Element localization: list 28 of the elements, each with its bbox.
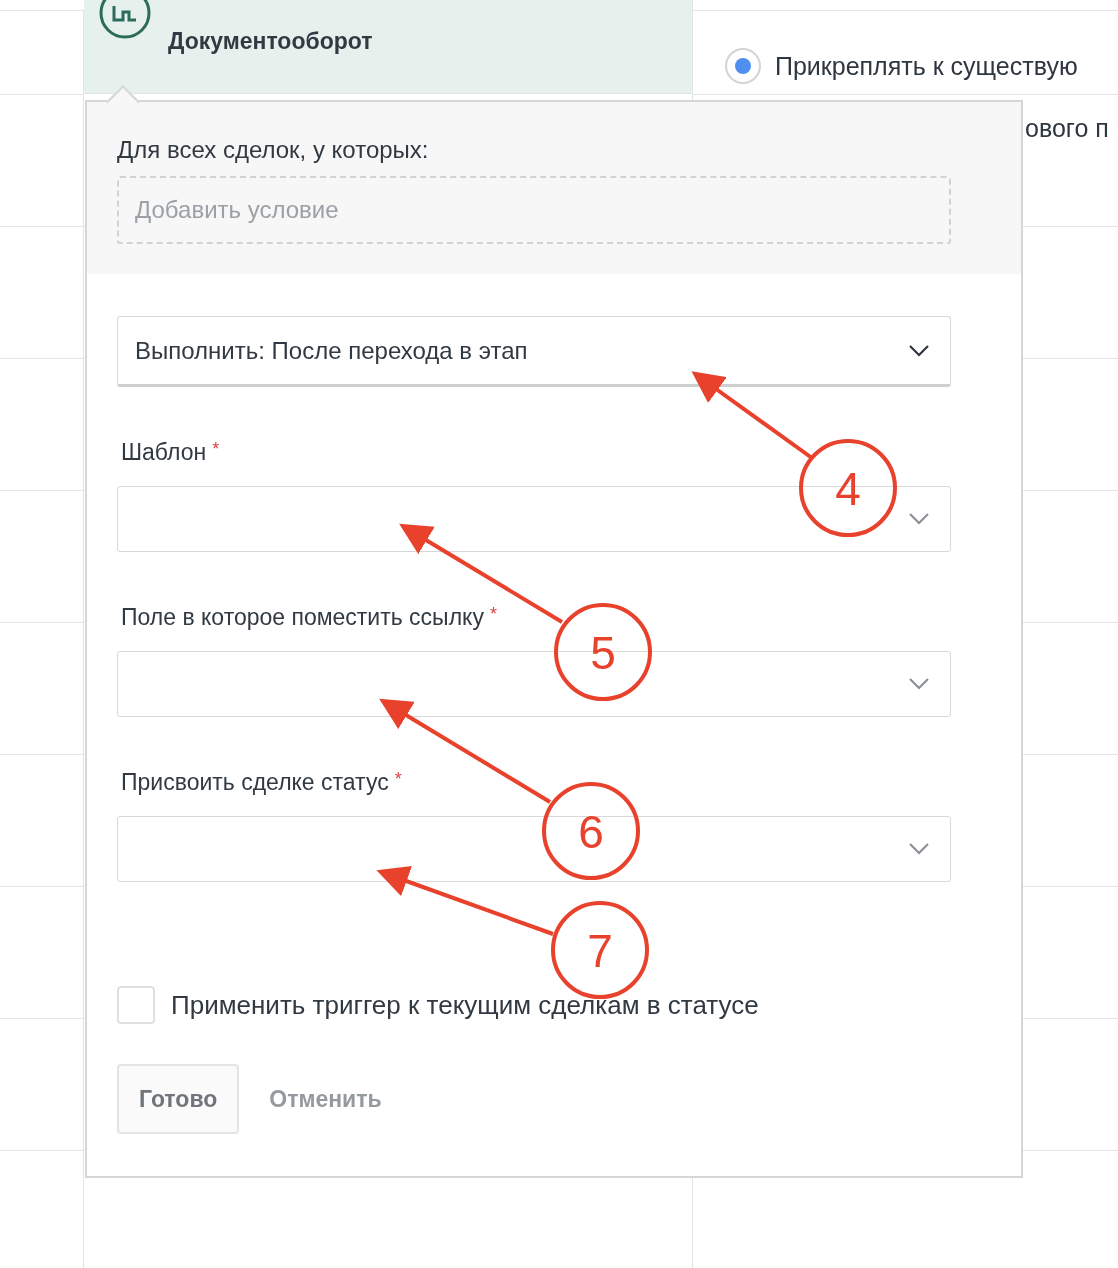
required-mark: *: [394, 769, 402, 790]
field-label: Присвоить сделке статус: [121, 769, 389, 796]
required-mark: *: [212, 439, 220, 460]
dropdown-field[interactable]: [117, 816, 951, 882]
field-label: Поле в которое поместить ссылку: [121, 604, 484, 631]
chevron-down-icon: [908, 343, 930, 358]
callout-number: 7: [587, 925, 613, 977]
callout-number: 4: [835, 463, 861, 515]
option-label: Прикреплять к существую: [775, 51, 1078, 81]
chevron-down-icon: [908, 677, 930, 691]
field-label: Шаблон: [121, 439, 207, 466]
chevron-down-icon: [908, 512, 930, 526]
checkbox-label: Применить триггер к текущим сделкам в статусе: [171, 989, 759, 1021]
pipeline-card[interactable]: Документооборот: [84, 0, 692, 93]
callout-number: 5: [590, 627, 616, 679]
radio-button[interactable]: [725, 48, 761, 84]
add-condition-field[interactable]: Добавить условие: [117, 176, 951, 244]
card-title: Документооборот: [168, 28, 373, 56]
required-mark: *: [489, 604, 497, 625]
done-button[interactable]: Готово: [117, 1064, 240, 1134]
condition-label: Для всех сделок, у которых:: [117, 136, 430, 164]
callout-number: 6: [578, 806, 604, 858]
execute-dropdown[interactable]: Выполнить: После перехода в этап: [117, 316, 951, 387]
document-flow-icon: [98, 0, 152, 40]
chevron-down-icon: [908, 842, 930, 856]
cancel-link[interactable]: Отменить: [269, 1064, 382, 1134]
checkbox[interactable]: [117, 986, 155, 1024]
option-label: ового п: [1025, 113, 1109, 143]
